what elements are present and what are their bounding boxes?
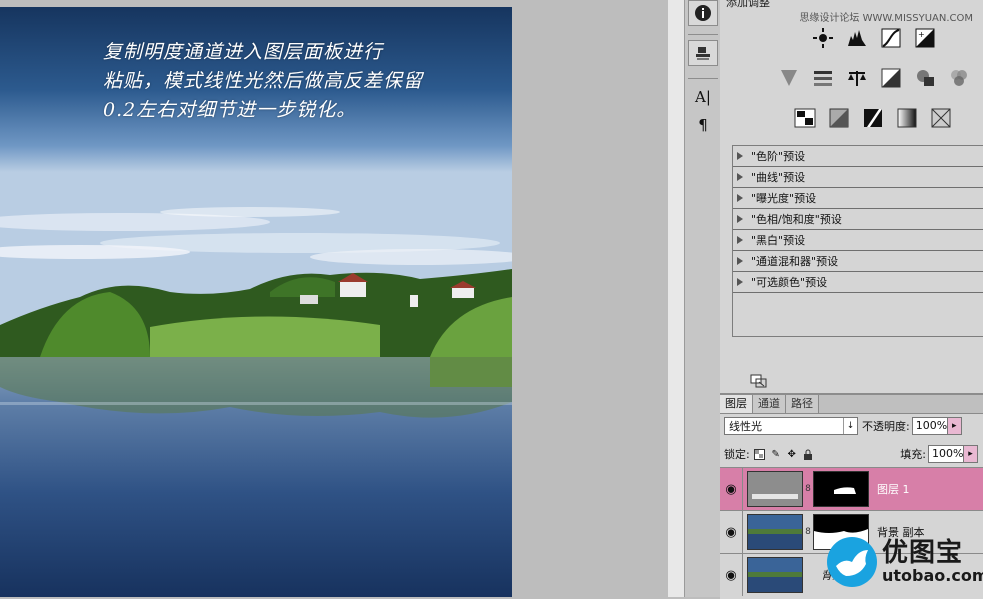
caption-line: 复制明度通道进入图层面板进行 — [103, 41, 384, 63]
layer-name: 图层 1 — [877, 483, 910, 496]
black-white-icon[interactable] — [880, 67, 902, 89]
preset-label: "色阶"预设 — [751, 150, 806, 163]
tab-layers[interactable]: 图层 — [720, 395, 753, 413]
adjustment-presets-list: "色阶"预设 "曲线"预设 "曝光度"预设 "色相/饱和度"预设 "黑白"预设 … — [732, 145, 983, 337]
preset-item-curves[interactable]: "曲线"预设 — [733, 167, 983, 188]
preset-item-levels[interactable]: "色阶"预设 — [733, 146, 983, 167]
preset-label: "可选颜色"预设 — [751, 276, 828, 289]
levels-icon[interactable] — [846, 27, 868, 49]
preset-label: "通道混和器"预设 — [751, 255, 839, 268]
lock-transparency-icon[interactable] — [754, 448, 766, 460]
preset-label: "曝光度"预设 — [751, 192, 817, 205]
layer-thumbnail — [747, 557, 803, 593]
lock-label: 锁定: — [724, 448, 750, 461]
opacity-label: 不透明度: — [862, 420, 910, 433]
layer-thumbnail — [747, 514, 803, 550]
character-icon: A| — [695, 88, 711, 106]
curves-icon[interactable] — [880, 27, 902, 49]
layer-thumbnail — [747, 471, 803, 507]
opacity-field[interactable]: 100% — [911, 417, 948, 435]
hue-saturation-icon[interactable] — [812, 67, 834, 89]
expand-triangle-icon — [737, 257, 743, 265]
caption-line: 粘贴，模式线性光然后做高反差保留 — [103, 70, 424, 92]
exposure-icon[interactable]: + — [914, 27, 936, 49]
preset-label: "曲线"预设 — [751, 171, 806, 184]
expand-triangle-icon — [737, 215, 743, 223]
lock-pixels-icon[interactable]: ✎ — [770, 448, 782, 460]
visibility-toggle[interactable]: ◉ — [720, 554, 743, 596]
bird-logo-icon — [827, 537, 877, 587]
link-chain-icon[interactable]: 8 — [803, 527, 813, 537]
layer-row-layer1[interactable]: ◉ 8 图层 1 — [720, 467, 983, 510]
site-logo: 优图宝 utobao.com — [826, 536, 983, 588]
logo-text-cn: 优图宝 — [882, 538, 964, 568]
stamp-icon — [696, 47, 710, 60]
preset-item-black-white[interactable]: "黑白"预设 — [733, 230, 983, 251]
svg-text:+: + — [918, 30, 925, 39]
arrow-right-icon: ▸ — [951, 421, 957, 431]
gradient-map-icon[interactable] — [896, 107, 918, 129]
arrow-right-icon: ▸ — [968, 449, 973, 459]
caption-line: 0.2左右对细节进一步锐化。 — [103, 99, 357, 121]
fill-label: 填充: — [900, 448, 926, 461]
expand-triangle-icon — [737, 194, 743, 202]
logo-text-en: utobao.com — [882, 566, 983, 585]
fill-slider-button[interactable]: ▸ — [964, 445, 978, 463]
color-balance-icon[interactable] — [846, 67, 868, 89]
channel-mixer-icon[interactable] — [948, 67, 970, 89]
brightness-icon[interactable] — [812, 27, 834, 49]
blend-mode-select[interactable]: 线性光 ↓ — [724, 417, 858, 435]
invert-icon[interactable] — [794, 107, 816, 129]
eye-icon: ◉ — [725, 481, 737, 497]
character-panel-button[interactable]: A| — [688, 84, 718, 110]
lock-position-icon[interactable]: ✥ — [786, 448, 798, 460]
watermark-text: 思缘设计论坛 WWW.MISSYUAN.COM — [799, 13, 973, 24]
expand-triangle-icon — [737, 152, 743, 160]
preset-item-selective-color[interactable]: "可选颜色"预设 — [733, 272, 983, 293]
info-icon — [695, 5, 711, 21]
photo-filter-icon[interactable] — [914, 67, 936, 89]
canvas-panel-gap — [668, 0, 684, 597]
preset-label: "黑白"预设 — [751, 234, 806, 247]
info-panel-button[interactable] — [688, 0, 718, 26]
layers-panel-tabs: 图层 通道 路径 — [720, 395, 983, 414]
preset-item-channel-mixer[interactable]: "通道混和器"预设 — [733, 251, 983, 272]
panel-icon-strip: A| ¶ — [684, 0, 722, 597]
paragraph-icon: ¶ — [698, 116, 708, 134]
chevron-down-icon: ↓ — [843, 418, 857, 434]
expand-triangle-icon — [737, 236, 743, 244]
adjustments-title: 添加调整 — [726, 0, 770, 9]
lock-all-icon[interactable] — [802, 448, 814, 460]
opacity-slider-button[interactable]: ▸ — [947, 417, 962, 435]
tab-paths[interactable]: 路径 — [786, 395, 819, 413]
vibrance-icon[interactable] — [778, 67, 800, 89]
tab-channels[interactable]: 通道 — [753, 395, 786, 413]
preset-label: "色相/饱和度"预设 — [751, 213, 842, 226]
document-canvas[interactable]: 复制明度通道进入图层面板进行 粘贴，模式线性光然后做高反差保留 0.2左右对细节… — [0, 0, 668, 597]
visibility-toggle[interactable]: ◉ — [720, 468, 743, 510]
link-chain-icon[interactable]: 8 — [803, 484, 813, 494]
eye-icon: ◉ — [725, 524, 737, 540]
visibility-toggle[interactable]: ◉ — [720, 511, 743, 553]
preset-item-hue-saturation[interactable]: "色相/饱和度"预设 — [733, 209, 983, 230]
adjustments-layers-panel: 添加调整 思缘设计论坛 WWW.MISSYUAN.COM + "色阶"预设 "曲… — [720, 0, 983, 599]
layer-mask-thumbnail[interactable] — [813, 471, 869, 507]
caption-text: 复制明度通道进入图层面板进行 粘贴，模式线性光然后做高反差保留 0.2左右对细节… — [103, 38, 533, 125]
blend-mode-value: 线性光 — [729, 420, 762, 433]
eye-icon: ◉ — [725, 567, 737, 583]
expand-triangle-icon — [737, 173, 743, 181]
threshold-icon[interactable] — [862, 107, 884, 129]
clone-source-panel-button[interactable] — [688, 40, 718, 66]
clip-icon — [750, 374, 767, 388]
clip-to-layer-button[interactable] — [750, 374, 768, 391]
fill-field[interactable]: 100% — [928, 445, 964, 463]
paragraph-panel-button[interactable]: ¶ — [688, 112, 718, 138]
expand-triangle-icon — [737, 278, 743, 286]
selective-color-icon[interactable] — [930, 107, 952, 129]
preset-item-exposure[interactable]: "曝光度"预设 — [733, 188, 983, 209]
posterize-icon[interactable] — [828, 107, 850, 129]
